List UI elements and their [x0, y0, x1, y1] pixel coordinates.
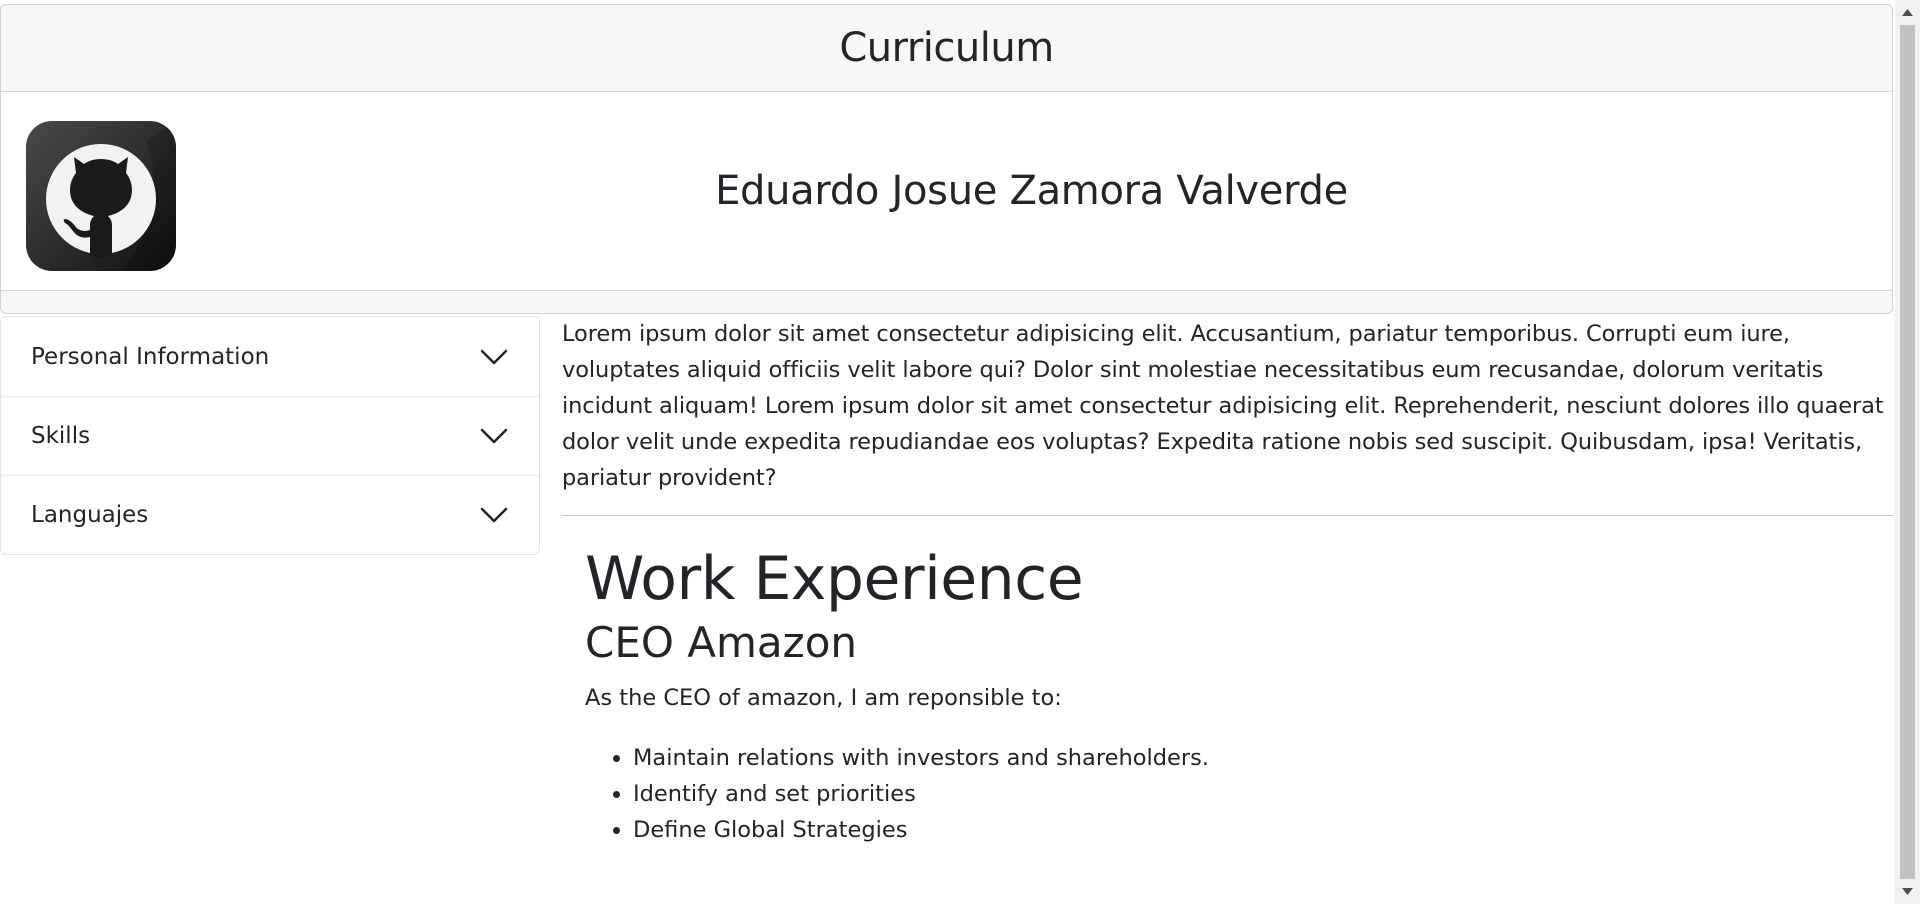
scroll-up-arrow-icon[interactable] [1895, 0, 1920, 25]
job-title: CEO Amazon [585, 618, 858, 667]
work-experience-heading: Work Experience [585, 544, 1084, 614]
accordion-item-label: Languajes [31, 502, 149, 528]
main-content: Lorem ipsum dolor sit amet consectetur a… [562, 316, 1893, 848]
sidebar-accordion: Personal Information Skills Languajes [0, 316, 540, 555]
scroll-down-arrow-icon[interactable] [1895, 879, 1920, 904]
list-item: Define Global Strategies [633, 812, 1893, 848]
intro-paragraph: Lorem ipsum dolor sit amet consectetur a… [562, 316, 1893, 516]
profile-name: Eduardo Josue Zamora Valverde [715, 168, 1348, 214]
accordion-item-label: Personal Information [31, 343, 270, 370]
vertical-scrollbar[interactable] [1895, 0, 1920, 904]
page-title: Curriculum [1, 5, 1892, 92]
list-item: Identify and set priorities [633, 776, 1893, 812]
chevron-down-icon [480, 507, 508, 523]
chevron-down-icon [480, 349, 508, 364]
work-experience-section: Work Experience CEO Amazon As the CEO of… [562, 543, 1893, 848]
profile-card: Curriculum Eduardo Josue Zamora Valverde [0, 4, 1893, 314]
accordion-item-label: Skills [31, 423, 91, 449]
profile-section: Eduardo Josue Zamora Valverde [1, 92, 1892, 291]
job-description: As the CEO of amazon, I am reponsible to… [585, 685, 1062, 711]
accordion-item-personal-information[interactable]: Personal Information [1, 317, 539, 396]
list-item: Maintain relations with investors and sh… [633, 740, 1893, 776]
accordion-item-languajes[interactable]: Languajes [1, 475, 539, 554]
scrollbar-thumb[interactable] [1900, 25, 1915, 879]
github-icon [26, 121, 176, 271]
duties-list: Maintain relations with investors and sh… [585, 740, 1893, 848]
chevron-down-icon [480, 428, 508, 444]
accordion-item-skills[interactable]: Skills [1, 396, 539, 475]
